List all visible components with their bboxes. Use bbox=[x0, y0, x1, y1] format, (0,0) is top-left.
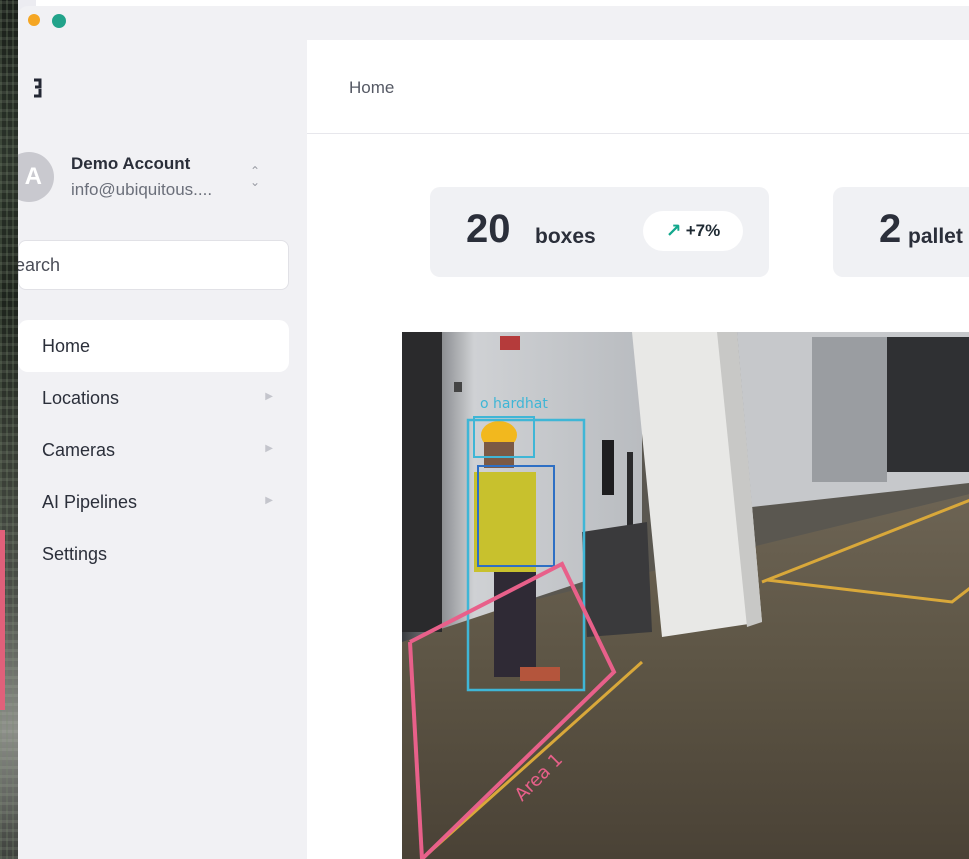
stat-value: 20 bbox=[466, 207, 511, 251]
background-pink-marker bbox=[0, 530, 5, 710]
sidebar-item-label: Cameras bbox=[42, 439, 116, 460]
sidebar-item-home[interactable]: Home bbox=[18, 320, 289, 372]
delta-value: +7% bbox=[685, 221, 721, 240]
doorway bbox=[812, 337, 887, 482]
sidebar-item-ai-pipelines[interactable]: AI Pipelines ▶ bbox=[18, 476, 289, 528]
chevron-up-down-icon[interactable]: ⌃ ⌄ bbox=[245, 165, 265, 194]
dark-hall bbox=[887, 337, 969, 472]
sidebar-item-label: Home bbox=[42, 335, 91, 356]
chevron-right-icon: ▶ bbox=[265, 443, 273, 454]
delta-badge: ↗ +7% bbox=[643, 211, 743, 251]
title-bar bbox=[18, 6, 969, 40]
sidebar-item-label: Locations bbox=[42, 387, 120, 408]
camera-feed[interactable]: o hardhat Area 1 bbox=[402, 332, 969, 859]
app-window: A Demo Account info@ubiquitous.... ⌃⌄ Ho… bbox=[18, 6, 969, 859]
worker-head bbox=[484, 442, 514, 468]
sidebar-item-settings[interactable]: Settings bbox=[18, 528, 289, 580]
sidebar: A Demo Account info@ubiquitous.... ⌃⌄ Ho… bbox=[18, 40, 307, 859]
avatar-initial: A bbox=[24, 163, 42, 190]
worker-shoes bbox=[520, 667, 560, 681]
search-input[interactable] bbox=[18, 253, 254, 277]
sidebar-item-cameras[interactable]: Cameras ▶ bbox=[18, 424, 289, 476]
safety-vest bbox=[474, 472, 536, 572]
detection-label: o hardhat bbox=[480, 396, 548, 412]
stat-card-boxes[interactable]: 20 boxes ↗ +7% bbox=[430, 187, 769, 277]
dark-corner bbox=[402, 332, 442, 632]
stat-value: 2 bbox=[879, 207, 902, 251]
search-box[interactable] bbox=[18, 240, 289, 290]
account-email: info@ubiquitous.... bbox=[71, 180, 213, 199]
main-nav: Home Locations ▶ Cameras ▶ AI Pipelines … bbox=[18, 320, 289, 580]
breadcrumb[interactable]: Home bbox=[349, 78, 394, 98]
avatar: A bbox=[18, 152, 54, 202]
chevron-right-icon: ▶ bbox=[265, 391, 273, 402]
workstation bbox=[582, 522, 652, 637]
stat-card-pallets[interactable]: 2 pallet bbox=[833, 187, 969, 277]
stat-unit: pallet bbox=[908, 225, 963, 248]
maximize-window-button[interactable] bbox=[52, 14, 66, 28]
stat-unit: boxes bbox=[535, 225, 596, 248]
sidebar-item-locations[interactable]: Locations ▶ bbox=[18, 372, 289, 424]
sidebar-item-label: AI Pipelines bbox=[42, 491, 138, 512]
sidebar-item-label: Settings bbox=[42, 543, 108, 564]
minimize-window-button[interactable] bbox=[28, 14, 40, 26]
monitor bbox=[602, 440, 614, 495]
camera-frame: o hardhat Area 1 bbox=[402, 332, 969, 859]
exit-sign-icon bbox=[500, 336, 520, 350]
arrow-up-right-icon: ↗ bbox=[665, 220, 682, 242]
wall-plate bbox=[454, 382, 462, 392]
app-logo-icon bbox=[34, 78, 42, 98]
account-switcher[interactable]: A Demo Account info@ubiquitous.... ⌃ ⌄ bbox=[18, 146, 307, 206]
account-name: Demo Account bbox=[71, 154, 191, 173]
main-content: Home 20 boxes ↗ +7% 2 pallet o hardhat A… bbox=[307, 40, 969, 859]
top-bar: Home bbox=[307, 40, 969, 134]
chevron-right-icon: ▶ bbox=[265, 495, 273, 506]
